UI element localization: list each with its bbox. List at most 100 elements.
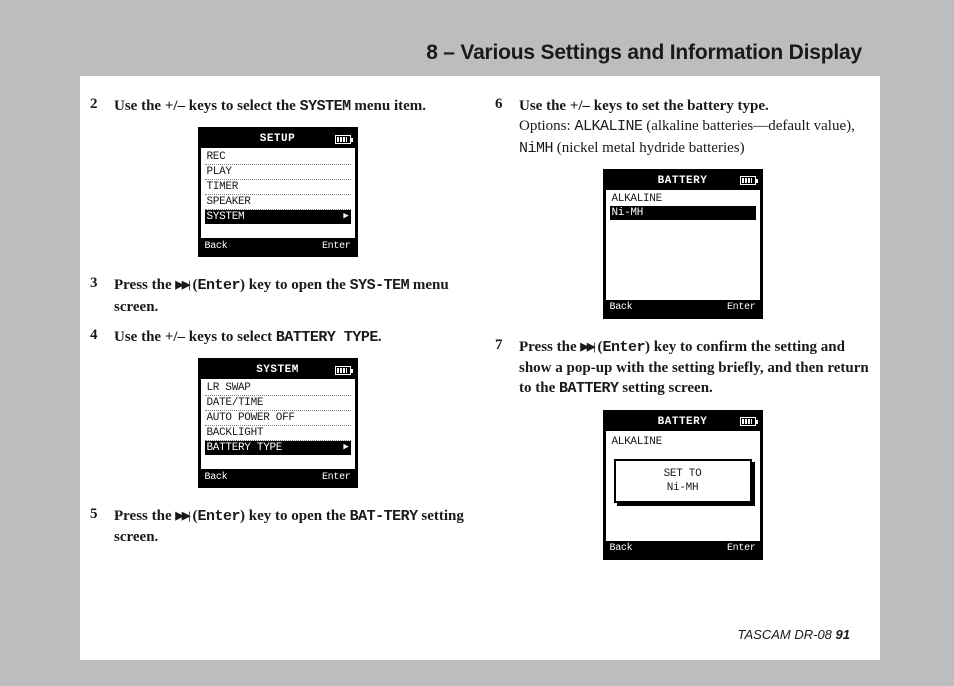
back-label: Back <box>610 302 633 313</box>
mono-text: SYSTEM <box>300 98 351 115</box>
page-number: 91 <box>836 627 850 642</box>
lcd-title: BATTERY <box>626 175 740 187</box>
text: Use the +/– keys to select <box>114 329 276 345</box>
two-column-layout: 2 Use the +/– keys to select the SYSTEM … <box>80 76 880 578</box>
lcd-titlebar: SYSTEM <box>201 361 355 379</box>
step-2: 2 Use the +/– keys to select the SYSTEM … <box>90 96 465 117</box>
step-text: Use the +/– keys to select BATTERY TYPE. <box>114 327 465 348</box>
text: . <box>378 329 382 345</box>
page-footer: TASCAM DR-08 91 <box>738 627 850 642</box>
text: Press the <box>519 339 580 355</box>
enter-label: Enter <box>727 543 756 554</box>
step-text: Press the ▶▶| (Enter) key to open the SY… <box>114 275 465 317</box>
lcd-title: SETUP <box>221 133 335 145</box>
enter-label: Enter <box>322 241 351 252</box>
step-5: 5 Press the ▶▶| (Enter) key to open the … <box>90 506 465 548</box>
lcd-row: SPEAKER <box>205 195 351 210</box>
lcd-titlebar: BATTERY <box>606 172 760 190</box>
text: menu item. <box>351 98 426 114</box>
mono-text: Enter <box>602 339 645 356</box>
enter-label: Enter <box>727 302 756 313</box>
lcd-footer: Back Enter <box>201 469 355 485</box>
step-7: 7 Press the ▶▶| (Enter) key to confirm t… <box>495 337 870 400</box>
lcd-list: ALKALINE Ni-MH <box>606 190 760 300</box>
text: Use the +/– keys to select the <box>114 98 300 114</box>
back-label: Back <box>205 472 228 483</box>
text: Use the +/– keys to set the battery type… <box>519 98 769 114</box>
lcd-titlebar: BATTERY <box>606 413 760 431</box>
lcd-row: LR SWAP <box>205 381 351 396</box>
popup-line: Ni-MH <box>618 481 748 495</box>
lcd-screen: BATTERY ALKALINE Ni-MH Back Enter <box>603 169 763 319</box>
left-column: 2 Use the +/– keys to select the SYSTEM … <box>90 96 465 578</box>
step-number: 3 <box>90 275 104 317</box>
text: (alkaline batteries—default value), <box>642 118 854 134</box>
lcd-row: ALKALINE <box>610 435 756 449</box>
step-text: Use the +/– keys to select the SYSTEM me… <box>114 96 465 117</box>
product-name: TASCAM DR-08 <box>738 627 832 642</box>
lcd-title: SYSTEM <box>221 364 335 376</box>
text: key to open the <box>245 277 350 293</box>
text: setting screen. <box>619 380 713 396</box>
lcd-row: TIMER <box>205 180 351 195</box>
mono-text: NiMH <box>519 140 553 157</box>
step-number: 6 <box>495 96 509 159</box>
lcd-screen: BATTERY ALKALINE SET TO Ni-MH Back <box>603 410 763 560</box>
right-column: 6 Use the +/– keys to set the battery ty… <box>495 96 870 578</box>
step-number: 5 <box>90 506 104 548</box>
lcd-row: REC <box>205 150 351 165</box>
lcd-title: BATTERY <box>626 416 740 428</box>
manual-page: 8 – Various Settings and Information Dis… <box>0 0 954 686</box>
section-title: 8 – Various Settings and Information Dis… <box>426 41 862 65</box>
step-number: 4 <box>90 327 104 348</box>
mono-text: SYS-TEM <box>350 277 410 294</box>
lcd-list: LR SWAP DATE/TIME AUTO POWER OFF BACKLIG… <box>201 379 355 469</box>
content-area: 8 – Various Settings and Information Dis… <box>80 30 880 660</box>
lcd-titlebar: SETUP <box>201 130 355 148</box>
battery-icon <box>740 417 756 426</box>
lcd-row-selected: Ni-MH <box>610 206 756 220</box>
fast-forward-icon: ▶▶| <box>175 509 188 524</box>
lcd-body: ALKALINE SET TO Ni-MH <box>606 431 760 541</box>
mono-text: BAT-TERY <box>350 508 418 525</box>
mono-text: BATTERY <box>559 380 619 397</box>
popup-line: SET TO <box>618 467 748 481</box>
mono-text: ALKALINE <box>574 118 642 135</box>
text: key to open the <box>245 508 350 524</box>
lcd-footer: Back Enter <box>201 238 355 254</box>
step-text: Press the ▶▶| (Enter) key to confirm the… <box>519 337 870 400</box>
step-number: 2 <box>90 96 104 117</box>
mono-text: BATTERY TYPE <box>276 329 378 346</box>
step-6: 6 Use the +/– keys to set the battery ty… <box>495 96 870 159</box>
lcd-row: ALKALINE <box>610 192 756 206</box>
step-text: Press the ▶▶| (Enter) key to open the BA… <box>114 506 465 548</box>
lcd-row-selected: BATTERY TYPE▶ <box>205 441 351 455</box>
lcd-row: DATE/TIME <box>205 396 351 411</box>
mono-text: Enter <box>197 277 240 294</box>
lcd-battery-figure: BATTERY ALKALINE Ni-MH Back Enter <box>495 169 870 319</box>
fast-forward-icon: ▶▶| <box>580 340 593 355</box>
fast-forward-icon: ▶▶| <box>175 278 188 293</box>
section-header: 8 – Various Settings and Information Dis… <box>80 30 880 76</box>
lcd-row: AUTO POWER OFF <box>205 411 351 426</box>
battery-icon <box>335 366 351 375</box>
step-3: 3 Press the ▶▶| (Enter) key to open the … <box>90 275 465 317</box>
text: (nickel metal hydride batteries) <box>553 140 745 156</box>
text: Press the <box>114 277 175 293</box>
lcd-popup: SET TO Ni-MH <box>614 459 752 504</box>
lcd-row: BACKLIGHT <box>205 426 351 441</box>
battery-icon <box>740 176 756 185</box>
lcd-footer: Back Enter <box>606 541 760 557</box>
chevron-right-icon: ▶ <box>343 211 348 223</box>
lcd-setup-figure: SETUP REC PLAY TIMER SPEAKER SYSTEM▶ Bac… <box>90 127 465 257</box>
lcd-screen: SETUP REC PLAY TIMER SPEAKER SYSTEM▶ Bac… <box>198 127 358 257</box>
lcd-row-selected: SYSTEM▶ <box>205 210 351 224</box>
enter-label: Enter <box>322 472 351 483</box>
lcd-popup-figure: BATTERY ALKALINE SET TO Ni-MH Back <box>495 410 870 560</box>
step-4: 4 Use the +/– keys to select BATTERY TYP… <box>90 327 465 348</box>
chevron-right-icon: ▶ <box>343 442 348 454</box>
step-text: Use the +/– keys to set the battery type… <box>519 96 870 159</box>
text: Options: <box>519 118 574 134</box>
battery-icon <box>335 135 351 144</box>
step-number: 7 <box>495 337 509 400</box>
